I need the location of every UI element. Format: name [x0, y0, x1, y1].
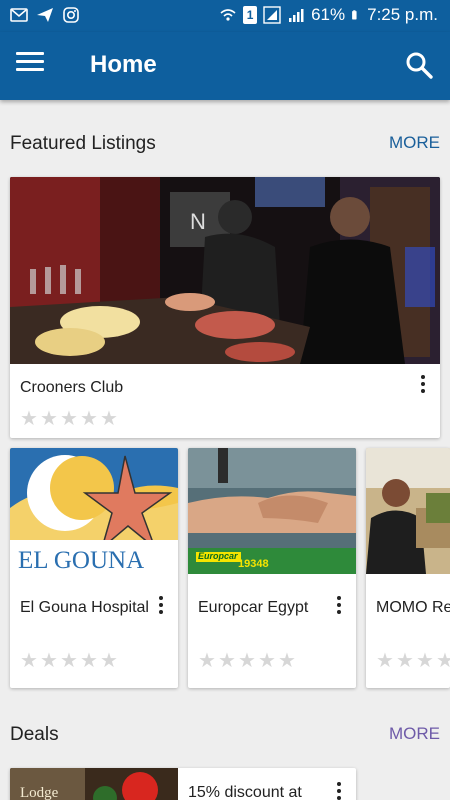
deals-section-title: Deals	[10, 724, 59, 745]
listing-image: EL GOUNA	[10, 448, 178, 574]
app-bar: Home	[0, 32, 450, 100]
menu-button[interactable]	[16, 52, 44, 80]
listing-image	[366, 448, 450, 574]
deal-image-text: Lodge	[20, 785, 59, 800]
signal-box-icon	[263, 6, 281, 24]
rating-stars: ★★★★★	[20, 408, 118, 430]
deal-card[interactable]: Lodge 15% discount at	[10, 768, 356, 800]
listing-name: Crooners Club	[20, 379, 124, 396]
listing-name: MOMO Restaurant	[376, 599, 450, 616]
svg-text:N: N	[190, 209, 206, 234]
status-bar: 1 61% 7:25 p.m.	[0, 0, 450, 32]
battery-icon	[352, 10, 357, 20]
listing-card[interactable]: MOMO Restaurant ★★★★★	[366, 448, 450, 688]
deals-more-link[interactable]: MORE	[389, 724, 440, 744]
listing-image: N	[10, 177, 440, 364]
rating-stars: ★★★★★	[20, 650, 118, 672]
gmail-icon	[10, 8, 28, 22]
more-options-icon[interactable]	[154, 596, 168, 618]
svg-text:EL GOUNA: EL GOUNA	[18, 547, 144, 574]
hamburger-icon	[16, 52, 44, 55]
more-options-icon[interactable]	[332, 782, 346, 800]
europcar-phone: 19348	[238, 558, 269, 570]
more-options-icon[interactable]	[332, 596, 346, 618]
listing-name: El Gouna Hospital	[20, 599, 149, 616]
featured-more-link[interactable]: MORE	[389, 133, 440, 153]
sim-badge: 1	[243, 6, 258, 24]
rating-stars: ★★★★★	[198, 650, 296, 672]
listing-card[interactable]: Europcar 19348 Europcar Egypt ★ ★ ★ ★ ★	[188, 448, 356, 688]
featured-section-title: Featured Listings	[10, 133, 156, 154]
clock: 7:25 p.m.	[367, 5, 438, 24]
signal-icon	[289, 9, 304, 22]
listing-name: Europcar Egypt	[198, 599, 309, 616]
wifi-icon	[220, 9, 236, 21]
featured-card-main[interactable]: N Crooners Club ★ ★ ★ ★ ★	[10, 177, 440, 438]
send-icon	[37, 8, 53, 22]
instagram-icon	[63, 7, 79, 23]
battery-percent: 61%	[311, 5, 346, 24]
deal-title: 15% discount at	[188, 784, 302, 800]
search-icon[interactable]	[404, 50, 434, 80]
rating-stars: ★★★★★	[376, 650, 450, 672]
more-options-icon[interactable]	[416, 375, 430, 397]
listing-card[interactable]: EL GOUNA El Gouna Hospital ★ ★ ★ ★ ★	[10, 448, 178, 688]
europcar-logo-text: Europcar	[198, 551, 238, 561]
page-title: Home	[90, 51, 157, 78]
